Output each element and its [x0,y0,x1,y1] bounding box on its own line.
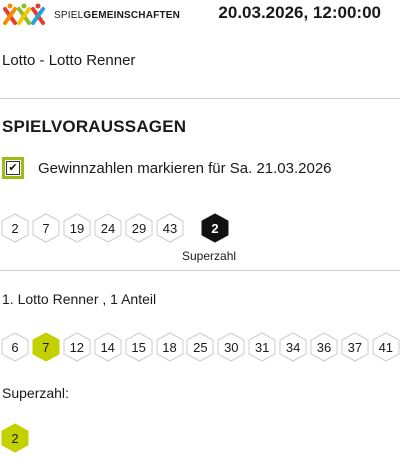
prediction-number-ball: 24 [94,213,122,243]
number-label: 43 [162,220,178,236]
logo-text-light: SPIEL [54,9,84,21]
number-label: 31 [254,339,270,355]
tip-number-ball: 36 [310,332,338,362]
logo-text: SPIELGEMEINSCHAFTEN [54,10,180,21]
tip-number-ball-hit: 7 [32,332,60,362]
check-icon: ✔ [6,161,20,175]
section-title: SPIELVORAUSSAGEN [2,117,187,136]
number-label: 2 [11,430,19,446]
number-label: 2 [211,220,219,236]
number-label: 2 [11,220,19,236]
logo-figures-icon [3,3,45,25]
tip-superzahl-label: Superzahl: [2,385,69,401]
number-label: 24 [100,220,116,236]
number-label: 14 [100,339,115,355]
number-label: 19 [69,220,85,236]
number-label: 7 [42,220,50,236]
number-label: 25 [193,339,208,355]
mark-winning-numbers-checkbox[interactable]: ✔ [2,157,24,179]
tip-number-ball: 15 [125,332,153,362]
tip-number-ball: 30 [217,332,245,362]
prediction-number-ball: 43 [156,213,184,243]
tip-number-ball: 14 [94,332,122,362]
prediction-superzahl-ball: 2 [201,213,229,243]
divider [0,98,400,99]
tip-number-ball: 34 [279,332,307,362]
prediction-number-ball: 29 [125,213,153,243]
tip-number-ball: 18 [156,332,184,362]
tip-number-ball: 25 [186,332,214,362]
number-label: 12 [69,339,85,355]
datetime: 20.03.2026, 12:00:00 [218,3,381,22]
number-label: 41 [378,339,394,355]
divider [0,270,400,271]
prediction-number-ball: 19 [63,213,91,243]
number-label: 34 [285,339,301,355]
logo-text-bold: GEMEINSCHAFTEN [83,9,181,21]
prediction-number-ball: 7 [32,213,60,243]
header: SPIELGEMEINSCHAFTEN 20.03.2026, 12:00:00 [0,0,400,30]
number-label: 30 [224,339,239,355]
mark-winning-numbers-row[interactable]: ✔ Gewinnzahlen markieren für Sa. 21.03.2… [2,153,332,183]
number-label: 37 [347,339,363,355]
number-label: 15 [131,339,146,355]
superzahl-caption: Superzahl [182,249,237,263]
prediction-number-ball: 2 [1,213,29,243]
game-name: Lotto - Lotto Renner [2,52,136,69]
tip-superzahl-ball: 2 [1,423,29,453]
logo[interactable]: SPIELGEMEINSCHAFTEN [2,2,180,28]
number-label: 7 [42,339,50,355]
mark-winning-numbers-label: Gewinnzahlen markieren für Sa. 21.03.202… [38,159,332,177]
number-label: 18 [162,339,177,355]
number-label: 36 [316,339,332,355]
tip-number-ball: 12 [63,332,91,362]
tip-number-ball: 37 [341,332,369,362]
number-label: 29 [131,220,147,236]
number-label: 6 [11,339,19,355]
tip-number-ball: 31 [248,332,276,362]
tip-number-ball: 41 [372,332,400,362]
tip-title: 1. Lotto Renner , 1 Anteil [2,291,157,307]
tip-number-ball: 6 [1,332,29,362]
